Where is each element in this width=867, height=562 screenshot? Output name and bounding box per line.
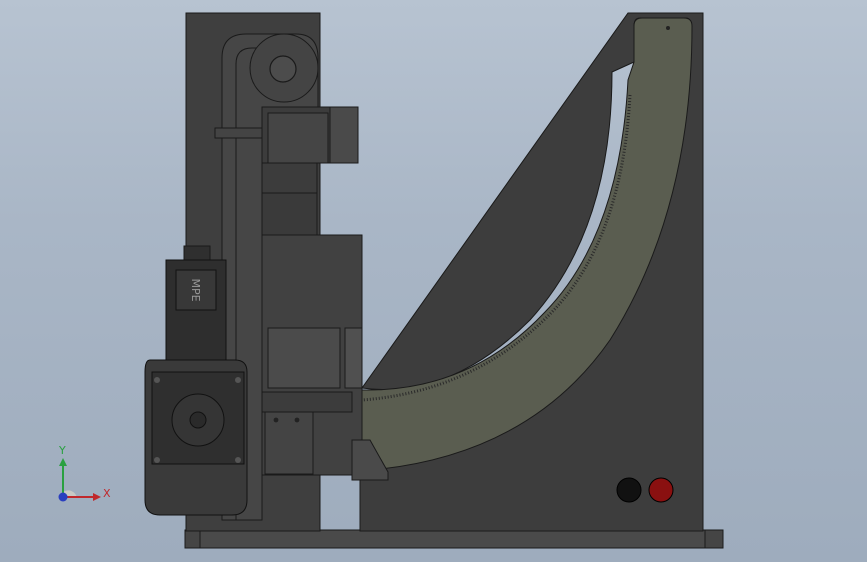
- coordinate-triad: Y X: [58, 444, 111, 502]
- triad-y-label: Y: [58, 444, 66, 457]
- indicator-light-red[interactable]: [648, 477, 674, 503]
- servo-motor[interactable]: MPE: [165, 245, 227, 361]
- gearbox[interactable]: [144, 359, 248, 516]
- triad-x-label: X: [103, 487, 111, 500]
- top-pulley[interactable]: [249, 33, 319, 103]
- cad-viewport[interactable]: MPE: [0, 0, 867, 562]
- base-plate[interactable]: [184, 529, 724, 549]
- motor-brand-label: MPE: [189, 278, 202, 301]
- gear-housing[interactable]: [261, 234, 363, 476]
- indicator-light-black[interactable]: [616, 477, 642, 503]
- right-tower[interactable]: [359, 12, 704, 532]
